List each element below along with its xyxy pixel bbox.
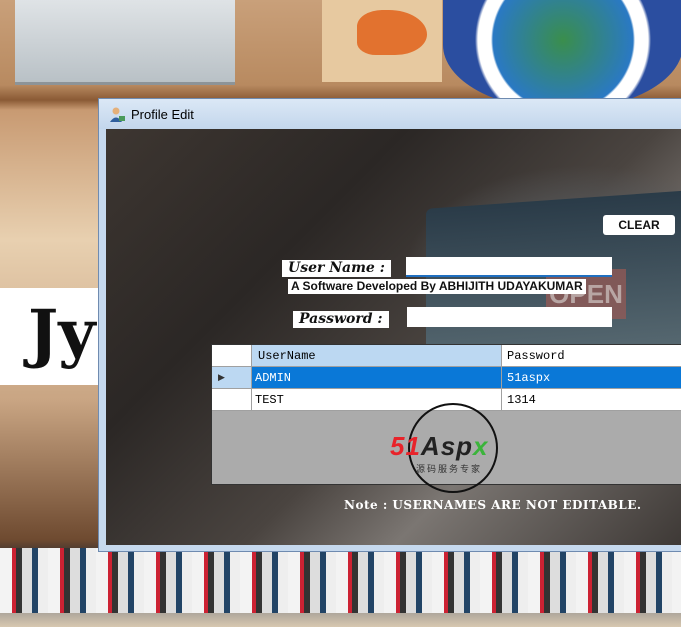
- background-poster-text: Jy: [0, 288, 98, 385]
- background-map-box: [322, 0, 442, 82]
- background-bookshelf: [0, 548, 681, 613]
- row-selector-arrow-icon[interactable]: ▶: [212, 367, 252, 388]
- window-title: Profile Edit: [131, 106, 194, 122]
- cell-password[interactable]: 51aspx: [502, 367, 681, 388]
- users-data-grid[interactable]: UserName Password ▶ ADMIN 51aspx TEST 13…: [211, 344, 681, 493]
- clear-button[interactable]: CLEAR: [603, 215, 675, 235]
- row-header-corner: [212, 345, 252, 366]
- username-input[interactable]: [406, 257, 612, 277]
- column-header-password[interactable]: Password: [502, 345, 681, 366]
- form-client-area: OPEN CLEAR User Name : A Software Develo…: [106, 129, 681, 545]
- watermark-logo: 51Aspx 源码服务专家: [390, 403, 520, 493]
- grid-header-row: UserName Password: [212, 345, 681, 367]
- developer-credit: A Software Developed By ABHIJITH UDAYAKU…: [288, 279, 586, 294]
- note-text: Note : USERNAMES ARE NOT EDITABLE.: [344, 498, 642, 512]
- password-input[interactable]: [407, 307, 612, 327]
- username-label: User Name :: [282, 260, 391, 277]
- title-bar[interactable]: Profile Edit: [99, 99, 681, 129]
- table-row[interactable]: ▶ ADMIN 51aspx: [212, 367, 681, 389]
- password-label: Password :: [293, 311, 389, 328]
- cell-username[interactable]: ADMIN: [252, 367, 502, 388]
- cell-password[interactable]: 1314: [502, 389, 681, 410]
- row-selector[interactable]: [212, 389, 252, 410]
- column-header-username[interactable]: UserName: [252, 345, 502, 366]
- background-globe-logo: [443, 0, 681, 110]
- user-edit-icon: [109, 106, 125, 122]
- background-box: [15, 0, 235, 85]
- profile-edit-window: Profile Edit OPEN CLEAR User Name : A So…: [98, 98, 681, 552]
